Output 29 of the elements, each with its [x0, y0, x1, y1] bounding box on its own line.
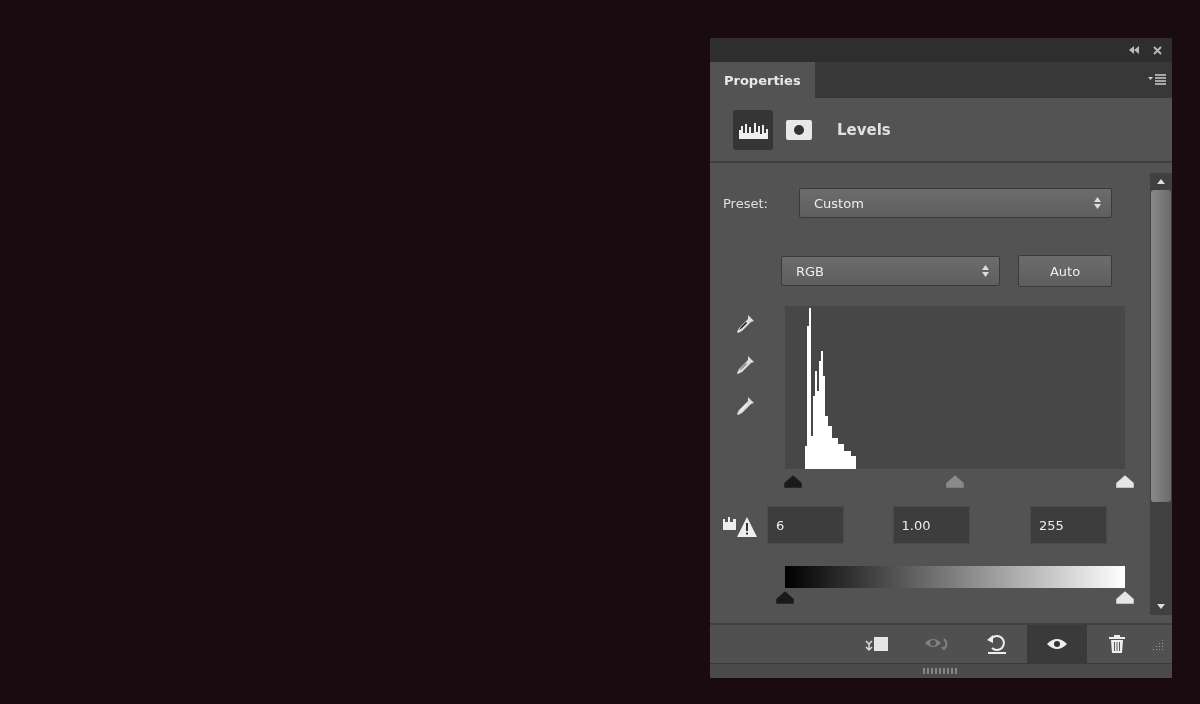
resize-grip-icon[interactable] — [1152, 638, 1164, 650]
menu-icon[interactable] — [1148, 74, 1166, 86]
slider-thumb[interactable] — [1116, 475, 1134, 488]
level-input[interactable]: 255 — [1030, 506, 1107, 544]
spinner-icon — [982, 265, 989, 277]
channel-dropdown[interactable]: RGB — [781, 256, 1000, 286]
panel-title: Levels — [837, 120, 891, 139]
slider-thumb[interactable] — [946, 475, 964, 488]
scroll-down-icon[interactable] — [1157, 604, 1165, 609]
drag-handle-icon[interactable] — [923, 668, 959, 674]
spinner-icon — [1094, 197, 1101, 209]
scrollbar[interactable] — [1150, 173, 1172, 615]
mode-button[interactable] — [733, 109, 773, 150]
output-slider[interactable] — [776, 588, 1134, 604]
scroll-up-icon[interactable] — [1157, 179, 1165, 184]
slider-thumb[interactable] — [776, 591, 794, 604]
auto-button[interactable]: Auto — [1018, 255, 1112, 287]
close-icon[interactable] — [1153, 45, 1162, 55]
footer-button[interactable] — [1027, 625, 1087, 663]
preset-label: Preset: — [723, 195, 769, 211]
histogram-icon — [738, 120, 768, 139]
slider-thumb[interactable] — [784, 475, 803, 488]
preset-dropdown[interactable]: Custom — [799, 188, 1112, 218]
mask-icon — [786, 119, 812, 140]
level-input[interactable]: 6 — [767, 506, 844, 544]
level-input[interactable]: 1.00 — [892, 506, 970, 544]
collapse-icon[interactable] — [1129, 46, 1139, 54]
slider-thumb[interactable] — [1116, 591, 1134, 604]
panel-tab[interactable]: Properties — [710, 62, 815, 98]
